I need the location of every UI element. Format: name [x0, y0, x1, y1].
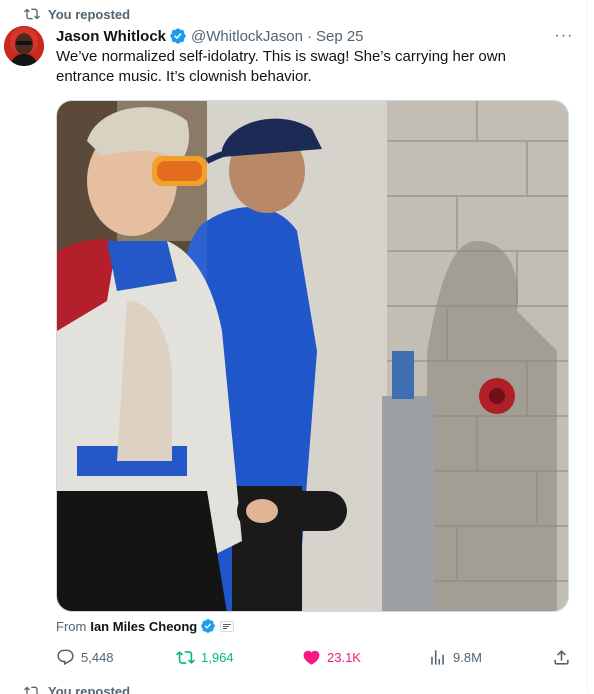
video-frame [57, 101, 568, 611]
attribution-verified-icon [200, 618, 216, 634]
next-tweet-banner-label: You reposted [48, 684, 131, 694]
author-handle[interactable]: @WhitlockJason [191, 28, 303, 45]
share-icon [554, 649, 569, 665]
tweet-text: We’ve normalized self-idolatry. This is … [56, 48, 506, 85]
repost-banner-label: You reposted [48, 6, 131, 22]
affiliation-badge-icon [220, 620, 235, 632]
column-divider [587, 0, 588, 692]
repost-icon [176, 650, 195, 664]
tweet-date[interactable]: Sep 25 [316, 28, 364, 45]
views-chart-icon [431, 649, 444, 665]
repost-icon [24, 686, 40, 694]
repost-icon [24, 8, 40, 20]
repost-banner[interactable]: You reposted [24, 6, 130, 22]
reply-count: 5,448 [81, 649, 114, 665]
media-attribution: From Ian Miles Cheong [56, 617, 235, 635]
more-options-icon[interactable]: ··· [554, 26, 574, 46]
tweet-header: Jason Whitlock @WhitlockJason · Sep 25 [56, 26, 574, 46]
share-button[interactable] [552, 646, 571, 668]
header-separator: · [306, 27, 312, 45]
views-count: 9.8M [453, 649, 482, 665]
tweet-video[interactable] [56, 100, 569, 612]
next-tweet-repost-banner[interactable]: You reposted [24, 684, 130, 694]
like-button[interactable]: 23.1K [302, 646, 361, 668]
action-bar: 5,448 1,964 23.1K 9.8M [52, 646, 577, 668]
verified-badge-icon[interactable] [169, 27, 187, 45]
heart-icon [303, 650, 320, 665]
views-button[interactable]: 9.8M [428, 646, 482, 668]
attribution-prefix: From [56, 618, 87, 634]
avatar[interactable] [4, 26, 44, 66]
repost-button[interactable]: 1,964 [176, 646, 234, 668]
author-name[interactable]: Jason Whitlock [56, 28, 166, 45]
like-count: 23.1K [327, 649, 361, 665]
reply-button[interactable]: 5,448 [56, 646, 114, 668]
reply-icon [57, 649, 74, 665]
repost-count: 1,964 [201, 649, 234, 665]
attribution-name[interactable]: Ian Miles Cheong [90, 619, 197, 634]
